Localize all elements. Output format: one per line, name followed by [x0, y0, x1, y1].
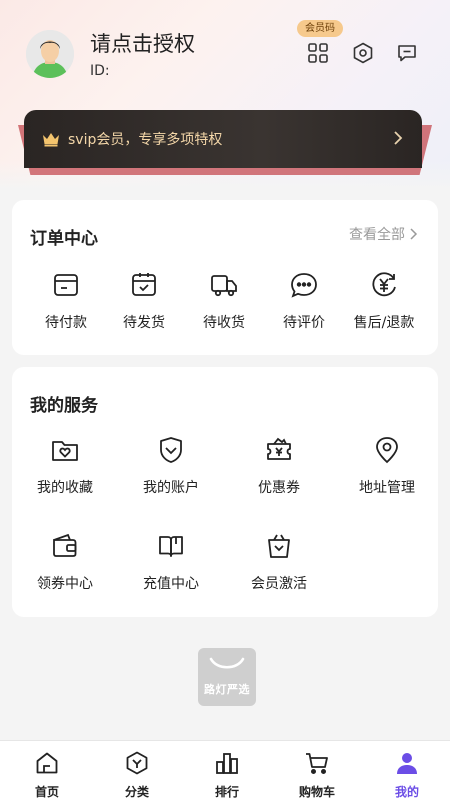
order-pending-receipt[interactable]: 待收货 — [184, 268, 264, 332]
service-item-label: 会员激活 — [251, 576, 307, 592]
tab-cart[interactable]: 购物车 — [272, 749, 362, 800]
brand-logo-text: 路灯严选 — [204, 683, 250, 696]
service-coupons[interactable]: 优惠券 — [234, 433, 324, 497]
service-item-label: 地址管理 — [359, 480, 415, 496]
tab-label: 排行 — [214, 785, 239, 799]
wallet-card-icon — [49, 268, 83, 302]
category-icon — [123, 749, 151, 777]
service-recharge-center[interactable]: 充值中心 — [126, 529, 216, 593]
order-pending-review[interactable]: 待评价 — [264, 268, 344, 332]
service-item-label: 优惠券 — [258, 480, 300, 496]
member-code-badge[interactable]: 会员码 — [297, 20, 343, 37]
chevron-right-icon — [410, 228, 418, 240]
wallet-icon — [48, 529, 82, 563]
service-item-label: 领券中心 — [37, 576, 93, 592]
crown-icon — [43, 133, 59, 147]
username-authorize-link[interactable]: 请点击授权 — [90, 28, 195, 58]
settings-icon[interactable] — [348, 38, 378, 68]
tab-category[interactable]: 分类 — [92, 749, 182, 800]
shield-account-icon — [154, 433, 188, 467]
bottom-tab-bar: 首页 分类 排行 购物车 我的 — [0, 740, 450, 800]
tab-label: 我的 — [394, 785, 419, 799]
my-services-title: 我的服务 — [30, 396, 98, 416]
user-id-label: ID: — [90, 63, 110, 79]
my-services-card: 我的服务 我的收藏 我的账户 优惠券 地址管理 领券中心 充值中心 会员激活 — [12, 367, 438, 617]
service-favorites[interactable]: 我的收藏 — [20, 433, 110, 497]
service-item-label: 充值中心 — [143, 576, 199, 592]
yen-refund-icon — [367, 268, 401, 302]
service-item-label: 我的账户 — [143, 480, 199, 496]
tab-mine[interactable]: 我的 — [362, 749, 450, 800]
avatar[interactable] — [26, 30, 74, 78]
book-open-icon — [154, 529, 188, 563]
bag-check-icon — [262, 529, 296, 563]
chevron-right-icon — [394, 131, 403, 145]
order-after-sales-refund[interactable]: 售后/退款 — [344, 268, 424, 332]
tab-home[interactable]: 首页 — [2, 749, 92, 800]
tab-label: 首页 — [34, 785, 59, 799]
service-coupon-center[interactable]: 领券中心 — [20, 529, 110, 593]
service-address-management[interactable]: 地址管理 — [342, 433, 432, 497]
svip-banner[interactable]: svip会员，专享多项特权 — [24, 110, 422, 168]
tab-ranking[interactable]: 排行 — [182, 749, 272, 800]
order-pending-shipment[interactable]: 待发货 — [104, 268, 184, 332]
service-item-label: 我的收藏 — [37, 480, 93, 496]
order-center-title: 订单中心 — [30, 229, 98, 249]
order-item-label: 待评价 — [283, 315, 325, 331]
brand-logo: 路灯严选 — [198, 648, 256, 706]
chat-bubble-icon — [287, 268, 321, 302]
view-all-orders-link[interactable]: 查看全部 — [349, 224, 418, 244]
ranking-icon — [213, 749, 241, 777]
home-icon — [33, 749, 61, 777]
user-icon — [393, 749, 421, 777]
order-item-label: 待发货 — [123, 315, 165, 331]
delivery-truck-icon — [207, 268, 241, 302]
cart-icon — [303, 749, 331, 777]
service-my-account[interactable]: 我的账户 — [126, 433, 216, 497]
message-icon[interactable] — [392, 38, 422, 68]
order-pending-payment[interactable]: 待付款 — [26, 268, 106, 332]
folder-heart-icon — [48, 433, 82, 467]
tab-label: 分类 — [124, 785, 149, 799]
order-item-label: 待收货 — [203, 315, 245, 331]
order-item-label: 售后/退款 — [353, 315, 415, 331]
smile-bag-icon — [209, 657, 245, 669]
location-pin-icon — [370, 433, 404, 467]
order-center-card: 订单中心 查看全部 待付款 待发货 待收货 待评价 售后/退款 — [12, 200, 438, 355]
box-check-icon — [127, 268, 161, 302]
member-code-icon[interactable] — [303, 38, 333, 68]
svip-label: svip会员，专享多项特权 — [68, 132, 223, 148]
view-all-label: 查看全部 — [349, 227, 405, 243]
order-item-label: 待付款 — [45, 315, 87, 331]
service-member-activation[interactable]: 会员激活 — [234, 529, 324, 593]
coupon-yen-icon — [262, 433, 296, 467]
tab-label: 购物车 — [298, 785, 335, 799]
